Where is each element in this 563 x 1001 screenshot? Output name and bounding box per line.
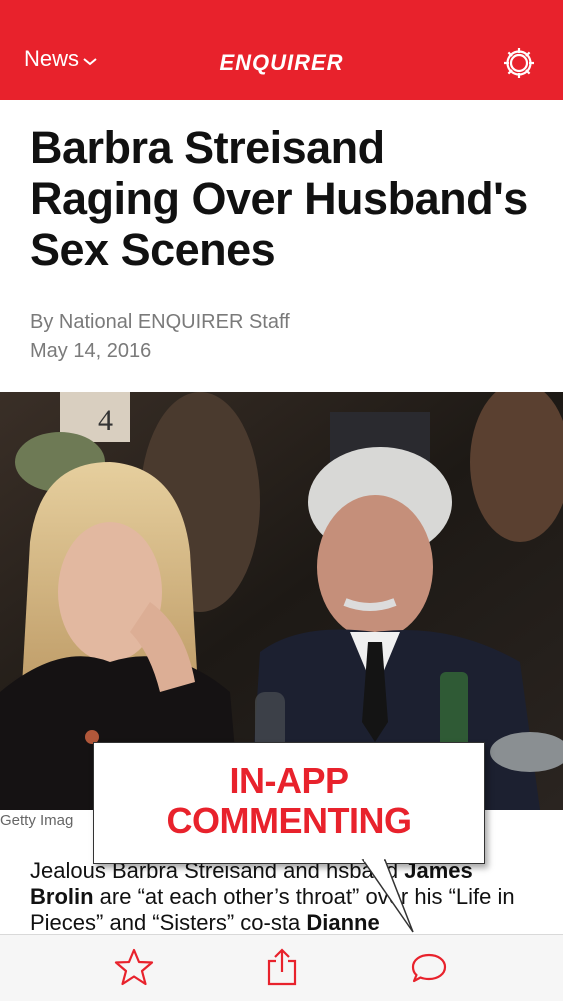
article-title: Barbra Streisand Raging Over Husband's S…	[30, 122, 528, 275]
svg-text:4: 4	[98, 404, 113, 437]
photo-credit: Getty Imag	[0, 812, 74, 829]
brand-logo: ENQUIRER	[219, 50, 344, 75]
callout-line-1: IN-APP	[229, 760, 349, 801]
bottom-tab-bar	[0, 934, 563, 1001]
gear-icon[interactable]	[502, 46, 536, 80]
article-body: Jealous Barbra Streisand and hsband Jame…	[30, 858, 540, 936]
comment-icon[interactable]	[410, 947, 448, 992]
author: By National ENQUIRER Staff	[30, 311, 290, 333]
body-text-3: are “at each other’s throat	[93, 884, 353, 909]
top-bar: News ENQUIRER	[0, 0, 563, 100]
publish-date: May 14, 2016	[30, 340, 152, 362]
share-icon[interactable]	[264, 947, 300, 992]
byline: By National ENQUIRER Staff May 14, 2016	[30, 308, 290, 366]
callout-line-2: COMMENTING	[166, 800, 412, 841]
feature-callout: IN-APP COMMENTING	[93, 742, 485, 864]
star-icon[interactable]	[114, 947, 154, 992]
callout-pointer	[355, 858, 425, 943]
